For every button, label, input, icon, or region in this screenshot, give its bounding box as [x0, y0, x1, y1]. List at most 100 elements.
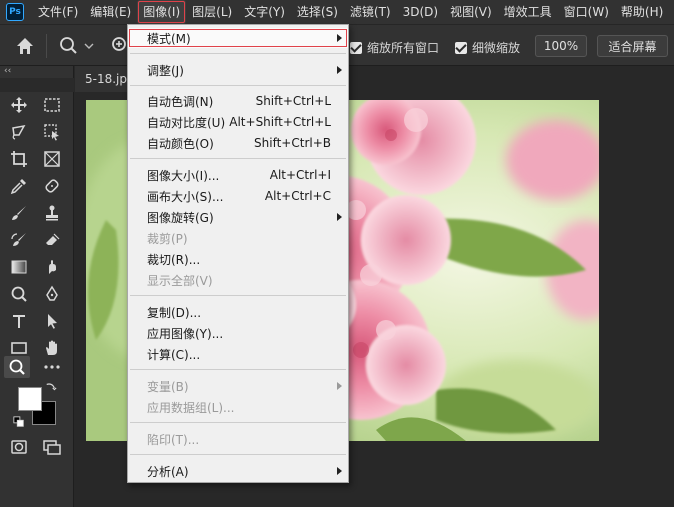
pen-icon[interactable]	[39, 283, 65, 305]
move-icon[interactable]	[6, 94, 32, 116]
menu-item-label: 自动颜色(O)	[147, 136, 214, 151]
object-select-icon[interactable]	[39, 121, 65, 143]
menu-filter[interactable]: 滤镜(T)	[344, 0, 397, 24]
submenu-arrow-icon	[337, 467, 342, 475]
brush-icon[interactable]	[6, 202, 32, 224]
menu-item-apply-image[interactable]: 应用图像(Y)...	[128, 323, 348, 343]
menu-item-auto-contrast[interactable]: 自动对比度(U) Alt+Shift+Ctrl+L	[128, 112, 348, 132]
menu-separator	[130, 369, 346, 370]
options-separator	[46, 34, 47, 58]
menu-plugins[interactable]: 增效工具	[498, 0, 558, 24]
zoom-100-button[interactable]: 100%	[535, 35, 587, 57]
default-colors-icon[interactable]	[12, 415, 26, 429]
path-select-icon[interactable]	[39, 310, 65, 332]
menu-item-canvas-size[interactable]: 画布大小(S)... Alt+Ctrl+C	[128, 186, 348, 206]
menu-bar: Ps 文件(F) 编辑(E) 图像(I) 图层(L) 文字(Y) 选择(S) 滤…	[0, 0, 674, 24]
menu-item-label: 计算(C)...	[147, 347, 201, 362]
frame-icon[interactable]	[39, 148, 65, 170]
resize-windows-label: 缩放所有窗口	[367, 41, 440, 55]
menu-item-label: 应用图像(Y)...	[147, 326, 224, 341]
menu-separator	[130, 422, 346, 423]
menu-item-image-size[interactable]: 图像大小(I)... Alt+Ctrl+I	[128, 165, 348, 185]
checkbox-checked-icon[interactable]	[455, 41, 467, 54]
menu-item-calculations[interactable]: 计算(C)...	[128, 344, 348, 364]
menu-item-label: 裁切(R)...	[147, 252, 201, 267]
smudge-icon[interactable]	[39, 256, 65, 278]
menu-item-label: 图像旋转(G)	[147, 210, 214, 225]
tools-panel: ‹‹	[0, 66, 74, 507]
menu-separator	[130, 53, 346, 54]
collapse-panel-icon[interactable]: ‹‹	[4, 66, 11, 76]
foreground-color-swatch[interactable]	[18, 387, 42, 411]
menu-item-shortcut: Alt+Ctrl+I	[269, 168, 331, 182]
type-icon[interactable]	[6, 310, 32, 332]
menu-item-analysis[interactable]: 分析(A)	[128, 461, 348, 481]
menu-separator	[130, 454, 346, 455]
menu-separator	[130, 158, 346, 159]
dodge-icon[interactable]	[6, 283, 32, 305]
history-brush-icon[interactable]	[6, 229, 32, 251]
fit-screen-button[interactable]: 适合屏幕	[597, 35, 668, 57]
menu-item-adjust[interactable]: 调整(J)	[128, 60, 348, 80]
menu-item-label: 调整(J)	[147, 63, 184, 78]
menu-item-label: 自动对比度(U)	[147, 115, 226, 130]
resize-windows-option[interactable]: 缩放所有窗口	[350, 39, 439, 56]
menu-3d[interactable]: 3D(D)	[397, 0, 444, 24]
gradient-icon[interactable]	[6, 256, 32, 278]
eyedropper-icon[interactable]	[6, 175, 32, 197]
menu-item-duplicate[interactable]: 复制(D)...	[128, 302, 348, 322]
menu-select[interactable]: 选择(S)	[291, 0, 344, 24]
crop-icon[interactable]	[6, 148, 32, 170]
marquee-icon[interactable]	[39, 94, 65, 116]
menu-item-apply-data-set: 应用数据组(L)...	[128, 397, 348, 417]
quick-mask-icon[interactable]	[6, 436, 32, 458]
more-tools-icon[interactable]	[39, 356, 65, 378]
screen-mode-icon[interactable]	[39, 436, 65, 458]
zoom-tool-icon[interactable]	[4, 356, 30, 378]
menu-item-label: 画布大小(S)...	[147, 189, 224, 204]
menu-item-auto-color[interactable]: 自动颜色(O) Shift+Ctrl+B	[128, 133, 348, 153]
menu-window[interactable]: 窗口(W)	[558, 0, 615, 24]
home-icon[interactable]	[14, 35, 36, 57]
image-menu-dropdown: 模式(M) 调整(J) 自动色调(N) Shift+Ctrl+L 自动对比度(U)…	[127, 24, 349, 483]
zoom-in-icon[interactable]	[110, 35, 128, 57]
menu-separator	[130, 85, 346, 86]
menu-image[interactable]: 图像(I)	[137, 0, 187, 24]
eraser-icon[interactable]	[39, 229, 65, 251]
photoshop-logo-icon: Ps	[6, 3, 24, 21]
menu-item-mode[interactable]: 模式(M)	[128, 28, 348, 48]
scrubby-zoom-label: 细微缩放	[472, 41, 521, 55]
swap-colors-icon[interactable]	[44, 380, 58, 394]
menu-item-label: 模式(M)	[147, 31, 191, 46]
menu-item-shortcut: Alt+Shift+Ctrl+L	[229, 115, 331, 129]
menu-item-reveal-all: 显示全部(V)	[128, 270, 348, 290]
spot-heal-icon[interactable]	[39, 175, 65, 197]
checkbox-checked-icon[interactable]	[350, 41, 362, 54]
menu-item-auto-tone[interactable]: 自动色调(N) Shift+Ctrl+L	[128, 91, 348, 111]
scrubby-zoom-option[interactable]: 细微缩放	[455, 39, 520, 56]
lasso-icon[interactable]	[6, 121, 32, 143]
menu-item-label: 显示全部(V)	[147, 273, 213, 288]
menu-type[interactable]: 文字(Y)	[238, 0, 291, 24]
menu-item-crop: 裁剪(P)	[128, 228, 348, 248]
menu-item-image-rotation[interactable]: 图像旋转(G)	[128, 207, 348, 227]
menu-help[interactable]: 帮助(H)	[615, 0, 669, 24]
menu-layer[interactable]: 图层(L)	[186, 0, 238, 24]
menu-item-label: 变量(B)	[147, 379, 189, 394]
menu-item-label: 陷印(T)...	[147, 432, 200, 447]
menu-view[interactable]: 视图(V)	[444, 0, 498, 24]
zoom-icon[interactable]	[58, 35, 98, 57]
menu-item-shortcut: Shift+Ctrl+L	[255, 94, 331, 108]
menu-edit[interactable]: 编辑(E)	[84, 0, 137, 24]
menu-item-shortcut: Alt+Ctrl+C	[264, 189, 331, 203]
panel-handle[interactable]	[0, 78, 74, 92]
menu-item-trap: 陷印(T)...	[128, 429, 348, 449]
stamp-icon[interactable]	[39, 202, 65, 224]
menu-separator	[130, 295, 346, 296]
menu-file[interactable]: 文件(F)	[32, 0, 84, 24]
menu-item-shortcut: Shift+Ctrl+B	[254, 136, 331, 150]
submenu-arrow-icon	[337, 382, 342, 390]
menu-item-trim[interactable]: 裁切(R)...	[128, 249, 348, 269]
menu-item-label: 自动色调(N)	[147, 94, 214, 109]
menu-item-label: 裁剪(P)	[147, 231, 188, 246]
